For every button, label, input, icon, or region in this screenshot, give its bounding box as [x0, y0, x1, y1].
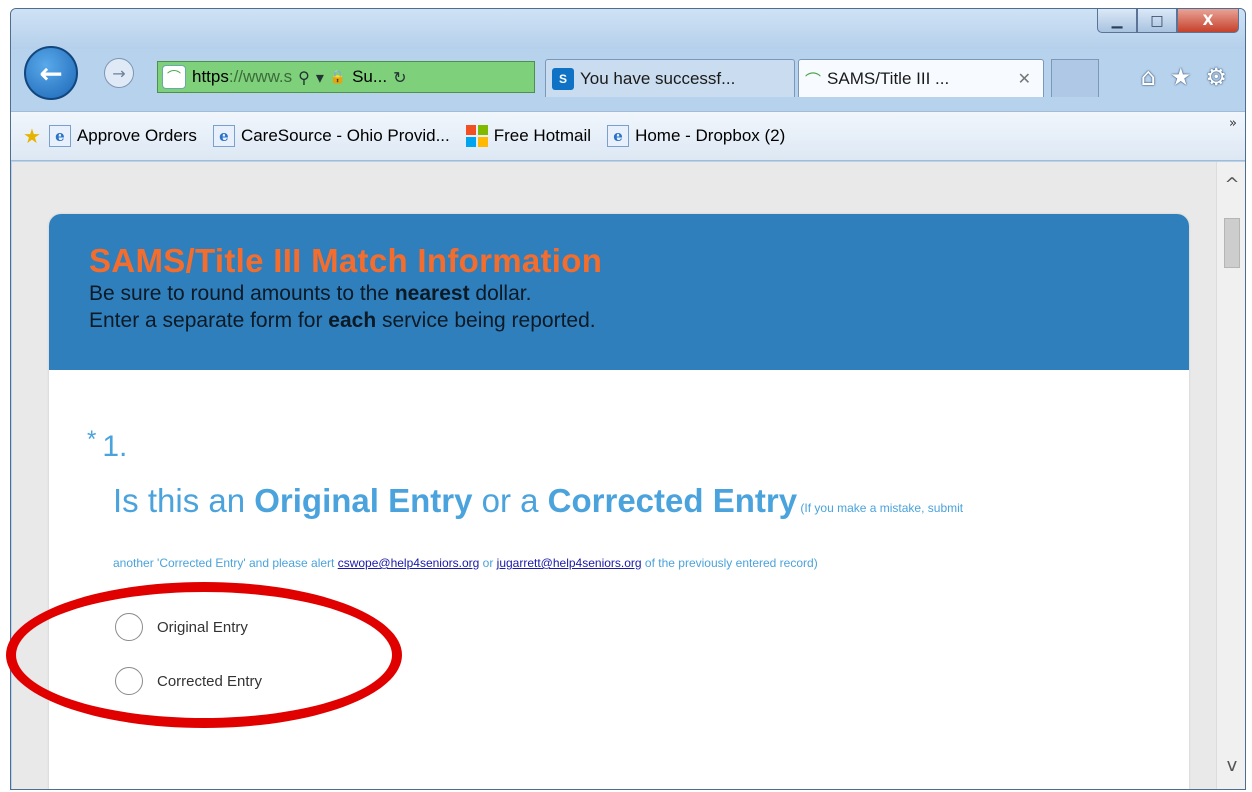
browser-tools: ⌂ ★ ⚙	[1141, 63, 1227, 91]
form-title: SAMS/Title III Match Information	[89, 242, 603, 279]
radio-group: Original Entry Corrected Entry	[87, 600, 1189, 708]
tab-success[interactable]: S You have successf...	[545, 59, 795, 97]
radio-button[interactable]	[115, 667, 143, 695]
home-icon[interactable]: ⌂	[1141, 63, 1156, 91]
form-instruction-2: Enter a separate form for each service b…	[89, 309, 596, 332]
site-favicon-icon: ⌒	[805, 70, 822, 90]
required-mark: *	[87, 426, 97, 453]
address-bar[interactable]: ⌒ https://www.s ⚲ ▾ 🔒 Su... ↻	[157, 61, 535, 93]
favorite-label: CareSource - Ohio Provid...	[240, 126, 450, 145]
windows-icon	[465, 125, 488, 147]
window-controls: ▁ □ X	[1097, 9, 1239, 33]
scroll-down-icon[interactable]: v	[1217, 755, 1245, 776]
back-button[interactable]: ←	[24, 46, 78, 100]
search-icon[interactable]: ⚲	[298, 68, 310, 87]
overflow-chevron-icon[interactable]: »	[1229, 116, 1237, 131]
option-label: Corrected Entry	[157, 672, 263, 690]
url-text-dim: ://www.s	[228, 67, 293, 86]
scroll-up-icon[interactable]: ^	[1217, 174, 1245, 195]
tab-label: You have successf...	[580, 68, 736, 88]
add-favorite-icon[interactable]: ★	[23, 124, 41, 148]
ie-icon: e	[607, 125, 630, 147]
close-window-button[interactable]: X	[1177, 9, 1239, 33]
question-note: another 'Corrected Entry' and please ale…	[113, 556, 818, 570]
option-corrected-entry[interactable]: Corrected Entry	[115, 654, 1189, 708]
sharepoint-icon: S	[552, 67, 574, 90]
email-link-jugarrett[interactable]: jugarrett@help4seniors.org	[497, 556, 642, 570]
option-label: Original Entry	[157, 618, 248, 636]
ie-icon: e	[212, 125, 235, 147]
tab-label: SAMS/Title III ...	[827, 68, 950, 88]
option-original-entry[interactable]: Original Entry	[115, 600, 1189, 654]
url-text: https	[192, 67, 229, 86]
title-bar: ▁ □ X	[11, 9, 1245, 49]
maximize-button[interactable]: □	[1137, 9, 1177, 33]
scroll-thumb[interactable]	[1224, 218, 1240, 268]
site-favicon-icon: ⌒	[162, 65, 186, 89]
dropdown-icon[interactable]: ▾	[316, 68, 324, 87]
page-viewport: SAMS/Title III Match Information Be sure…	[12, 162, 1245, 789]
minimize-button[interactable]: ▁	[1097, 9, 1137, 33]
favorite-label: Free Hotmail	[493, 126, 592, 145]
tab-sams[interactable]: ⌒ SAMS/Title III ... ✕	[798, 59, 1044, 97]
form-instruction-1: Be sure to round amounts to the nearest …	[89, 282, 532, 305]
survey-card: SAMS/Title III Match Information Be sure…	[49, 214, 1189, 789]
form-header: SAMS/Title III Match Information Be sure…	[49, 214, 1189, 370]
question-1: * 1. Is this an Original Entry or a Corre…	[49, 370, 1189, 708]
favorite-caresource[interactable]: e CareSource - Ohio Provid...	[212, 125, 450, 147]
lock-icon[interactable]: 🔒	[330, 70, 346, 85]
security-text[interactable]: Su...	[352, 67, 387, 87]
email-link-cswope[interactable]: cswope@help4seniors.org	[338, 556, 480, 570]
refresh-icon[interactable]: ↻	[393, 68, 406, 87]
vertical-scrollbar[interactable]: ^ v	[1216, 162, 1245, 789]
close-tab-icon[interactable]: ✕	[1018, 69, 1031, 88]
favorite-approve-orders[interactable]: e Approve Orders	[48, 125, 197, 147]
question-text: Is this an Original Entry or a Corrected…	[113, 482, 964, 519]
favorite-hotmail[interactable]: Free Hotmail	[465, 125, 592, 147]
favorite-dropbox[interactable]: e Home - Dropbox (2)	[607, 125, 785, 147]
favorites-bar: ★ e Approve Orders e CareSource - Ohio P…	[11, 111, 1245, 161]
favorite-label: Approve Orders	[76, 126, 197, 145]
favorite-label: Home - Dropbox (2)	[635, 126, 786, 145]
question-number: * 1.	[87, 426, 128, 463]
favorites-icon[interactable]: ★	[1170, 63, 1192, 91]
ie-icon: e	[48, 125, 71, 147]
forward-button[interactable]: →	[104, 58, 134, 88]
browser-window: ▁ □ X ⌒ https://www.s ⚲ ▾ 🔒 Su... ↻ S Yo…	[10, 8, 1246, 790]
new-tab-button[interactable]	[1051, 59, 1099, 97]
settings-icon[interactable]: ⚙	[1205, 63, 1227, 91]
radio-button[interactable]	[115, 613, 143, 641]
